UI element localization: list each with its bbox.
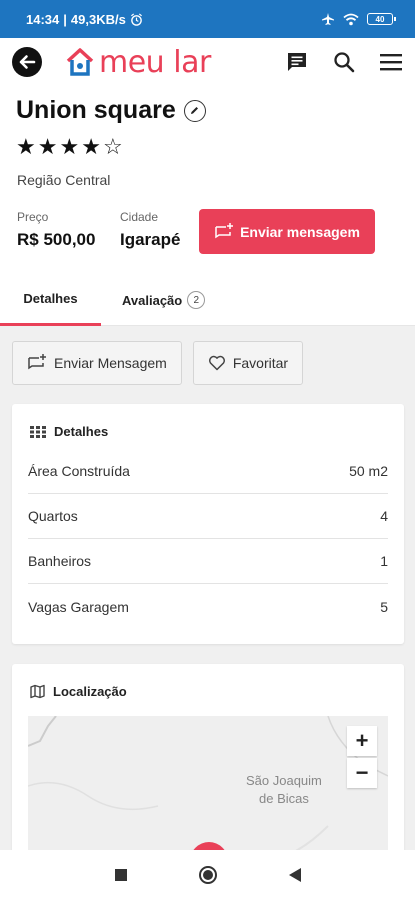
logo-text: meu lar bbox=[99, 44, 211, 80]
back-button[interactable] bbox=[12, 47, 42, 77]
price-value: R$ 500,00 bbox=[17, 230, 96, 249]
send-message-label: Enviar mensagem bbox=[240, 223, 360, 240]
map-icon bbox=[30, 684, 45, 699]
details-card: Detalhes Área Construída 50 m2 Quartos 4 B… bbox=[12, 404, 404, 644]
recents-icon[interactable] bbox=[114, 868, 128, 882]
star-empty-icon: ☆ bbox=[102, 134, 123, 159]
search-icon[interactable] bbox=[333, 51, 355, 73]
page-title: Union square bbox=[16, 96, 176, 124]
add-comment-icon bbox=[28, 354, 46, 370]
details-title: Detalhes bbox=[12, 404, 404, 439]
back-nav-icon[interactable] bbox=[288, 867, 302, 883]
zoom-out-button[interactable]: − bbox=[347, 758, 377, 788]
tab-bar: Detalhes Avaliação 2 bbox=[0, 274, 415, 326]
send-message-secondary-button[interactable]: Enviar Mensagem bbox=[12, 341, 182, 385]
detail-row: Quartos 4 bbox=[28, 494, 388, 539]
status-bar: 14:34 | 49,3KB/s 40 bbox=[0, 0, 415, 38]
detail-row: Vagas Garagem 5 bbox=[28, 598, 388, 615]
location-title: Localização bbox=[12, 664, 404, 699]
action-buttons: Enviar Mensagem Favoritar bbox=[12, 341, 304, 385]
rating-stars: ★ ★ ★ ★ ☆ bbox=[16, 136, 123, 158]
map-place-label: São Joaquim de Bicas bbox=[246, 773, 322, 806]
alarm-icon bbox=[130, 12, 142, 26]
send-message-button[interactable]: Enviar mensagem bbox=[199, 209, 375, 254]
add-comment-icon bbox=[215, 222, 234, 238]
chat-icon[interactable] bbox=[285, 50, 309, 74]
grid-icon bbox=[30, 425, 46, 438]
city-label: Cidade bbox=[120, 210, 159, 224]
star-filled-icon: ★ bbox=[81, 134, 101, 159]
city-value: Igarapé bbox=[120, 230, 181, 249]
property-header: Union square ★ ★ ★ ★ ☆ Região Central Preço … bbox=[0, 86, 415, 326]
tab-details[interactable]: Detalhes bbox=[0, 274, 101, 326]
system-nav-bar bbox=[0, 850, 415, 900]
region-label: Região Central bbox=[17, 172, 111, 188]
review-count-badge: 2 bbox=[187, 291, 206, 309]
back-arrow-icon bbox=[19, 55, 36, 69]
app-logo: meu lar bbox=[64, 45, 211, 80]
menu-icon[interactable] bbox=[379, 52, 403, 72]
detail-row: Banheiros 1 bbox=[28, 539, 388, 584]
airplane-icon bbox=[322, 13, 334, 25]
price-block: Preço R$ 500,00 bbox=[17, 210, 95, 250]
detail-row: Área Construída 50 m2 bbox=[28, 449, 388, 494]
star-filled-icon: ★ bbox=[59, 134, 80, 159]
star-filled-icon: ★ bbox=[37, 134, 58, 159]
price-label: Preço bbox=[17, 210, 49, 224]
star-filled-icon: ★ bbox=[16, 134, 36, 159]
pencil-icon bbox=[191, 107, 199, 114]
content-area[interactable]: Union square ★ ★ ★ ★ ☆ Região Central Preço … bbox=[0, 86, 415, 850]
status-time: 14:34 bbox=[26, 11, 60, 27]
battery-icon: 40 bbox=[367, 13, 396, 25]
location-map[interactable]: + − São Joaquim de Bicas bbox=[28, 716, 388, 850]
tab-reviews[interactable]: Avaliação 2 bbox=[122, 274, 206, 326]
house-logo-icon bbox=[66, 48, 94, 76]
map-terrain bbox=[28, 716, 388, 850]
heart-icon bbox=[208, 355, 225, 371]
zoom-in-button[interactable]: + bbox=[347, 726, 377, 756]
network-speed: 49,3KB/s bbox=[70, 11, 126, 27]
favorite-button[interactable]: Favoritar bbox=[192, 341, 304, 385]
home-icon[interactable] bbox=[198, 865, 218, 885]
wifi-icon bbox=[343, 13, 359, 25]
app-bar: meu lar bbox=[0, 38, 415, 86]
city-block: Cidade Igarapé bbox=[120, 210, 180, 250]
location-card: Localização + − São Joaquim de Bicas bbox=[12, 664, 404, 850]
edit-button[interactable] bbox=[183, 99, 206, 122]
